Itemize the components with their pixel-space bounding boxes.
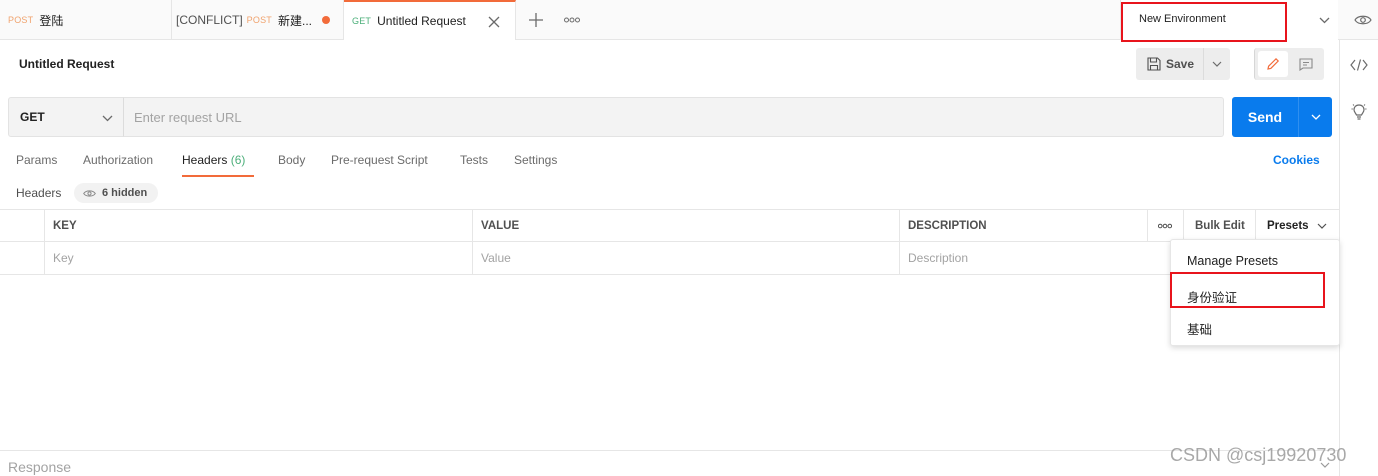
chevron-down-icon [1317,14,1331,26]
method-select[interactable]: GET [8,97,124,137]
pencil-icon [1267,57,1280,70]
tab-label: 登陆 [39,13,64,28]
watermark-text: CSDN @csj19920730 [1170,445,1347,465]
conflict-label: [CONFLICT] [176,13,243,27]
tab-method: GET [352,16,372,26]
save-icon [1147,57,1161,71]
headers-section-label: Headers [16,186,62,200]
chevron-down-icon [1212,61,1222,67]
send-button-group: Send [1232,97,1332,137]
lightbulb-icon[interactable] [1350,102,1368,122]
key-input[interactable]: Key [44,242,472,274]
chevron-down-icon [1311,114,1321,120]
save-button[interactable]: Save [1136,48,1204,80]
active-tab-indicator [182,175,254,177]
tab-conflict[interactable]: [CONFLICT] POST 新建... [172,0,344,40]
presets-label: Presets [1267,219,1309,232]
more-tabs-icon[interactable] [562,11,582,29]
tab-body[interactable]: Body [278,153,305,167]
save-label: Save [1166,57,1195,71]
presets-button[interactable]: Presets [1255,210,1339,241]
chevron-down-icon [1317,223,1326,229]
menu-item-manage-presets[interactable]: Manage Presets [1187,254,1278,268]
highlight-box-preset [1170,272,1325,308]
tab-headers-label: Headers [182,153,228,167]
tab-params[interactable]: Params [16,153,57,167]
description-input[interactable]: Description [899,242,1169,274]
table-row: Key Value Description [0,242,1339,275]
right-sidebar [1339,40,1378,476]
highlight-box-environment [1121,2,1287,42]
tab-untitled-request[interactable]: GET Untitled Request [344,0,516,40]
tab-tests[interactable]: Tests [460,153,488,167]
more-options-icon [1158,223,1172,228]
new-tab-plus-icon[interactable] [527,11,545,29]
bulk-edit-button[interactable]: Bulk Edit [1183,210,1255,241]
eye-icon [83,189,96,198]
save-button-group: Save [1136,48,1230,80]
save-options-button[interactable] [1204,48,1230,80]
menu-item-preset-basic[interactable]: 基础 [1187,319,1212,338]
chevron-down-icon [102,111,113,125]
tab-headers[interactable]: Headers (6) [182,153,245,167]
edit-mode-button[interactable] [1258,51,1288,77]
tab-method: POST [8,15,34,25]
request-tab-bar: POST 登陆 [CONFLICT] POST 新建... GET Untitl… [0,0,1378,42]
hidden-count: 6 hidden [102,187,148,199]
headers-count: (6) [230,153,246,167]
tab-prerequest-script[interactable]: Pre-request Script [331,153,428,167]
code-icon[interactable] [1347,56,1371,74]
cookies-link[interactable]: Cookies [1273,153,1320,167]
tab-method: POST [246,15,272,25]
tab-authorization[interactable]: Authorization [83,153,153,167]
response-pane [0,450,1339,476]
response-label: Response [8,459,72,475]
send-options-button[interactable] [1300,97,1332,137]
url-input[interactable] [123,97,1224,137]
request-title[interactable]: Untitled Request [19,57,114,71]
postman-window: POST 登陆 [CONFLICT] POST 新建... GET Untitl… [0,0,1378,476]
send-button[interactable]: Send [1232,97,1299,137]
comments-button[interactable] [1291,51,1321,77]
eye-icon[interactable] [1353,11,1373,29]
column-options-button[interactable] [1147,210,1183,241]
table-header-row: KEY VALUE DESCRIPTION Bulk Edit Presets [0,209,1339,242]
close-icon[interactable] [486,14,502,30]
hidden-headers-toggle[interactable]: 6 hidden [74,183,158,203]
tab-label: 新建... [277,13,312,28]
tab-label: Untitled Request [377,14,466,28]
column-header-key: KEY [44,210,472,241]
tab-login[interactable]: POST 登陆 [0,0,172,40]
unsaved-dot-icon [322,16,330,24]
comment-icon [1299,57,1313,71]
value-input[interactable]: Value [472,242,900,274]
column-header-description: DESCRIPTION [899,210,1147,241]
method-value: GET [20,110,45,124]
tab-settings[interactable]: Settings [514,153,557,167]
column-header-value: VALUE [472,210,900,241]
view-mode-toggle [1254,48,1324,80]
